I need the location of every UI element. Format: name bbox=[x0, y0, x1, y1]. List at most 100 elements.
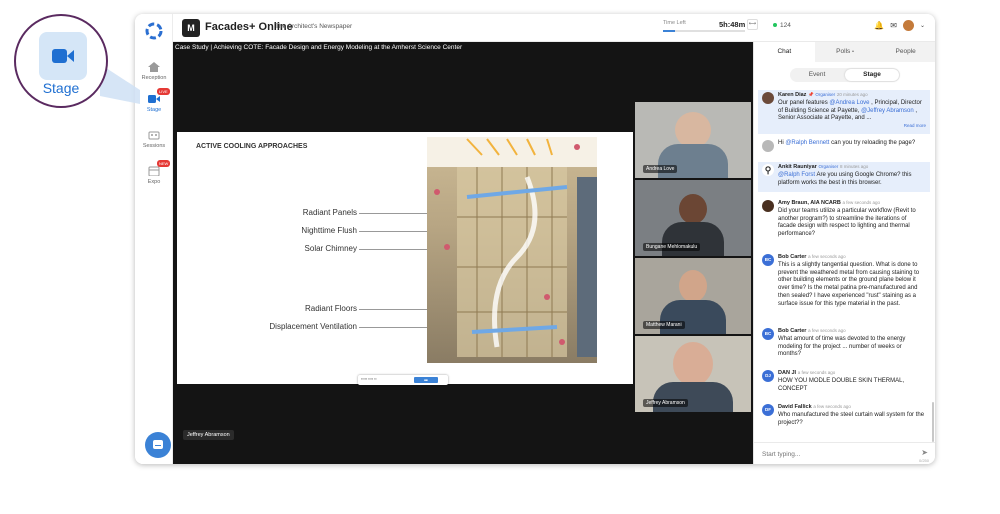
screenshot-root: Stage Reception LIVE Stage Sessions NEW … bbox=[0, 0, 1000, 514]
avatar[interactable] bbox=[902, 20, 914, 31]
zoom-callout-label: Stage bbox=[42, 80, 80, 96]
chat-scrollbar[interactable] bbox=[932, 402, 934, 442]
message-text: This is a slightly tangential question. … bbox=[778, 261, 920, 307]
participant-face bbox=[673, 342, 713, 386]
share-bar-text: ▪▪▪▪▪ ▪▪▪▪ ▪▪ bbox=[361, 377, 377, 381]
chat-message: BC Bob Carter a few seconds ago What amo… bbox=[758, 326, 930, 361]
avatar: BC bbox=[762, 254, 774, 266]
participant-tile[interactable]: Jeffrey Abramson bbox=[635, 336, 751, 412]
top-bar: M Facades+ Online The Architect's Newspa… bbox=[173, 14, 935, 42]
message-text: Who manufactured the steel curtain wall … bbox=[778, 411, 925, 426]
message-time: 20 minutes ago bbox=[836, 92, 868, 97]
stage-video: Case Study | Achieving COTE: Facade Desi… bbox=[173, 42, 753, 464]
mention-link[interactable]: @Ralph Forst bbox=[778, 172, 815, 178]
avatar bbox=[762, 200, 774, 212]
building-section-image bbox=[427, 137, 597, 363]
time-left-value: 5h:48m bbox=[719, 20, 746, 29]
user-icon: ⚲ bbox=[762, 164, 774, 176]
message-author: Karen Diaz bbox=[778, 92, 807, 98]
mail-icon[interactable]: ✉ bbox=[890, 21, 897, 30]
send-icon[interactable]: ➤ bbox=[921, 448, 928, 457]
side-panel: Chat Polls • People Event Stage Karen Di… bbox=[753, 42, 935, 464]
tab-polls[interactable]: Polls • bbox=[815, 42, 876, 62]
chat-launcher-button[interactable] bbox=[145, 432, 171, 458]
author-role: Organiser bbox=[818, 164, 839, 169]
message-body: Ankit Rauniyar Organiser 8 minutes ago @… bbox=[778, 162, 930, 189]
read-more-link[interactable]: Read more bbox=[778, 123, 926, 129]
message-body: Bob Carter a few seconds ago What amount… bbox=[778, 326, 930, 361]
message-body: DAN JI a few seconds ago HOW YOU MODLE D… bbox=[778, 368, 930, 395]
online-dot-icon bbox=[773, 23, 777, 28]
video-camera-icon bbox=[52, 49, 74, 63]
presenter-name-tag: Jeffrey Abramson bbox=[183, 430, 234, 440]
rail-item-label: Sessions bbox=[142, 143, 166, 149]
chat-message: Amy Braun, AIA NCARB a few seconds ago D… bbox=[758, 198, 930, 241]
time-left-progress bbox=[663, 30, 745, 32]
slide-label: Nighttime Flush bbox=[301, 226, 357, 235]
message-author: David Fallick bbox=[778, 404, 812, 410]
mention-link[interactable]: @Andrea Love bbox=[829, 100, 869, 106]
participant-name: Matthew Marani bbox=[643, 321, 685, 329]
message-body: Amy Braun, AIA NCARB a few seconds ago D… bbox=[778, 198, 930, 241]
session-title: Case Study | Achieving COTE: Facade Desi… bbox=[175, 44, 463, 51]
mention-link[interactable]: @Jeffrey Abramson bbox=[861, 108, 914, 114]
stop-sharing-button[interactable]: ■■ bbox=[414, 377, 438, 383]
chat-message: DF David Fallick a few seconds ago Who m… bbox=[758, 402, 930, 429]
screen-share-bar: ▪▪▪▪▪ ▪▪▪▪ ▪▪ ■■ bbox=[358, 375, 448, 385]
tab-chat[interactable]: Chat bbox=[754, 42, 815, 62]
message-header: Bob Carter a few seconds ago bbox=[778, 254, 926, 262]
message-time: a few seconds ago bbox=[813, 404, 851, 409]
participant-tiles: Andrea Love Bungane Mehlomakulu Matthew … bbox=[635, 102, 751, 414]
chat-input[interactable] bbox=[762, 447, 902, 461]
message-text: Hi @Ralph Bennett can you try reloading … bbox=[778, 138, 930, 150]
participant-name: Andrea Love bbox=[643, 165, 678, 173]
time-left-progress-fill bbox=[663, 30, 676, 32]
app-window: Reception LIVE Stage Sessions NEW Expo M… bbox=[135, 14, 935, 464]
chat-messages: Karen Diaz 📌 Organiser 20 minutes ago Ou… bbox=[754, 90, 930, 440]
message-header: Ankit Rauniyar Organiser 8 minutes ago bbox=[778, 164, 926, 172]
participant-face bbox=[679, 194, 707, 224]
chevron-down-icon[interactable]: ⌄ bbox=[920, 22, 925, 29]
pin-icon: 📌 bbox=[808, 92, 814, 97]
chat-message: Hi @Ralph Bennett can you try reloading … bbox=[758, 138, 930, 152]
participant-face bbox=[679, 270, 707, 302]
segment-event[interactable]: Event bbox=[790, 68, 844, 82]
participant-tile[interactable]: Bungane Mehlomakulu bbox=[635, 180, 751, 256]
mention-link[interactable]: @Ralph Bennett bbox=[785, 140, 829, 146]
segment-stage[interactable]: Stage bbox=[845, 69, 899, 81]
unread-dot-icon: • bbox=[852, 49, 854, 55]
bell-icon[interactable]: 🔔 bbox=[874, 21, 884, 30]
message-time: a few seconds ago bbox=[808, 254, 846, 259]
tab-people[interactable]: People bbox=[875, 42, 935, 62]
message-header: Bob Carter a few seconds ago bbox=[778, 328, 926, 336]
slide-label: Solar Chimney bbox=[304, 244, 357, 253]
message-time: a few seconds ago bbox=[808, 328, 846, 333]
zoom-stage-tile bbox=[39, 32, 87, 80]
chat-message: BC Bob Carter a few seconds ago This is … bbox=[758, 252, 930, 311]
building-section-drawing bbox=[427, 137, 597, 357]
message-text: HOW YOU MODLE DOUBLE SKIN THERMAL, CONCE… bbox=[778, 377, 905, 392]
message-time: a few seconds ago bbox=[797, 370, 836, 375]
char-count: 0/250 bbox=[918, 458, 929, 463]
rail-item-label: Expo bbox=[147, 179, 161, 185]
panel-tabs: Chat Polls • People bbox=[754, 42, 935, 62]
participant-name: Jeffrey Abramson bbox=[643, 399, 688, 407]
slide-title: ACTIVE COOLING APPROACHES bbox=[196, 143, 308, 150]
presentation-slide: ACTIVE COOLING APPROACHES Radiant Panels… bbox=[177, 132, 633, 384]
message-text: Did your teams utilize a particular work… bbox=[778, 207, 916, 238]
participant-tile[interactable]: Matthew Marani bbox=[635, 258, 751, 334]
participant-name: Bungane Mehlomakulu bbox=[643, 243, 701, 251]
participant-face bbox=[675, 112, 711, 148]
message-time: 8 minutes ago bbox=[839, 164, 869, 169]
rail-item-expo[interactable]: NEW Expo bbox=[135, 160, 173, 185]
viewer-count: 124 bbox=[773, 22, 791, 29]
message-author: Ankit Rauniyar bbox=[778, 164, 817, 170]
avatar: DF bbox=[762, 404, 774, 416]
message-header: Amy Braun, AIA NCARB a few seconds ago bbox=[778, 200, 926, 208]
participant-tile[interactable]: Andrea Love bbox=[635, 102, 751, 178]
avatar: BC bbox=[762, 328, 774, 340]
slide-label: Radiant Panels bbox=[302, 208, 357, 217]
expand-button[interactable]: ⟷ bbox=[747, 19, 758, 30]
avatar bbox=[762, 140, 774, 152]
message-text: Our panel features @Andrea Love , Princi… bbox=[778, 100, 926, 123]
